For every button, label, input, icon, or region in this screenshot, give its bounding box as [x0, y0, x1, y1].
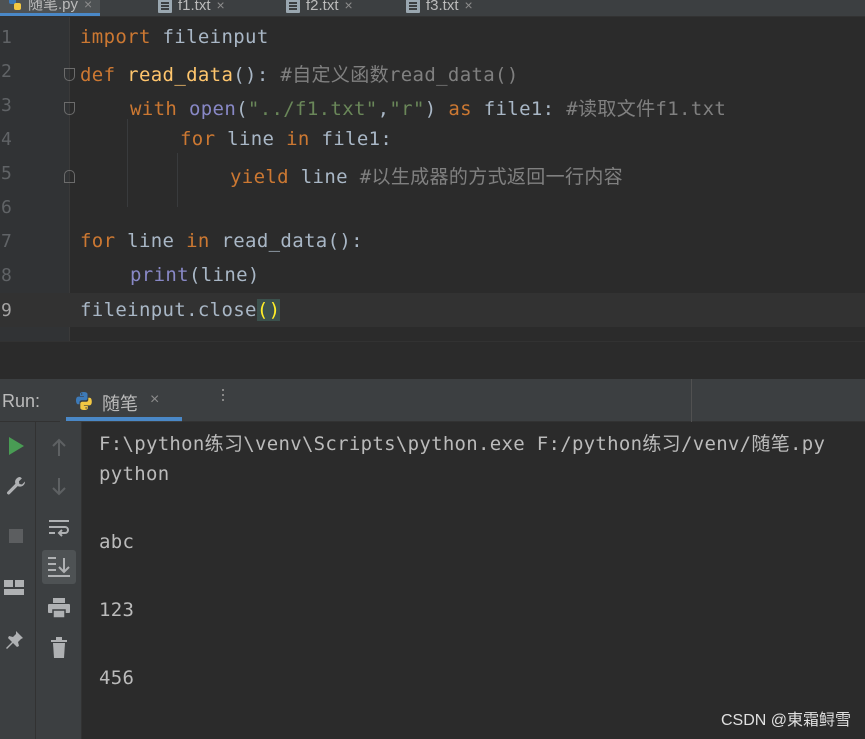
panel-splitter[interactable]	[0, 341, 865, 379]
tab-f3-txt[interactable]: f3.txt ×	[398, 0, 481, 16]
line-number: 1	[1, 27, 12, 48]
more-options-icon[interactable]	[222, 389, 224, 411]
fold-marker-icon[interactable]	[64, 68, 75, 81]
watermark: CSDN @東霜鲟雪	[720, 712, 851, 729]
run-console-output[interactable]: F:\python练习\venv\Scripts\python.exe F:/p…	[82, 422, 865, 739]
run-tab-suibi[interactable]: 随笔 ×	[60, 379, 182, 422]
python-file-icon	[8, 0, 22, 11]
code-line[interactable]: 6	[0, 190, 865, 224]
console-line: abc	[99, 531, 135, 553]
code-text: with open("../f1.txt","r") as file1: #读取…	[130, 98, 727, 120]
line-number: 2	[1, 61, 12, 82]
run-tab-label: 随笔	[102, 394, 138, 414]
text-file-icon	[158, 0, 172, 13]
tab-f1-txt[interactable]: f1.txt ×	[150, 0, 233, 16]
tab-suibi-py[interactable]: 随笔.py ×	[0, 0, 101, 16]
code-text: def read_data(): #自定义函数read_data()	[80, 64, 519, 86]
console-line-command: F:\python练习\venv\Scripts\python.exe F:/p…	[99, 433, 826, 455]
close-icon[interactable]: ×	[465, 0, 473, 13]
code-line[interactable]: 1 import fileinput	[0, 20, 865, 54]
tab-label: f1.txt	[178, 0, 211, 14]
line-number: 9	[1, 300, 12, 321]
arrow-up-icon[interactable]	[45, 434, 73, 462]
code-line[interactable]: 7 for line in read_data():	[0, 224, 865, 258]
run-panel-header: Run: 随笔 ×	[0, 379, 865, 422]
line-number: 5	[1, 163, 12, 184]
text-file-icon	[286, 0, 300, 13]
code-editor[interactable]: 1 import fileinput 2 def read_data(): #自…	[0, 17, 865, 341]
print-icon[interactable]	[45, 594, 73, 622]
code-text: for line in read_data():	[80, 230, 363, 252]
code-text: print(line)	[130, 264, 260, 286]
code-line[interactable]: 2 def read_data(): #自定义函数read_data()	[0, 54, 865, 88]
fold-marker-icon[interactable]	[64, 170, 75, 183]
divider	[691, 379, 692, 422]
code-text: fileinput.close()	[80, 299, 281, 321]
code-text: for line in file1:	[180, 128, 393, 150]
code-line[interactable]: 4 for line in file1:	[0, 122, 865, 156]
fold-marker-icon[interactable]	[64, 102, 75, 115]
tab-label: 随笔.py	[28, 0, 79, 13]
python-icon	[74, 391, 94, 411]
trash-icon[interactable]	[45, 634, 73, 662]
editor-tab-bar: 随笔.py × f1.txt × f2.txt × f3.txt ×	[0, 0, 865, 17]
scroll-to-end-icon[interactable]	[42, 550, 76, 584]
layout-icon[interactable]	[0, 574, 28, 602]
code-line[interactable]: 5 yield line #以生成器的方式返回一行内容	[0, 156, 865, 190]
close-icon[interactable]: ×	[217, 0, 225, 13]
rerun-icon[interactable]	[2, 432, 30, 460]
code-line[interactable]: 8 print(line)	[0, 258, 865, 292]
line-number: 3	[1, 95, 12, 116]
run-label: Run:	[2, 391, 41, 411]
console-line: python	[99, 463, 170, 485]
code-line[interactable]: 3 with open("../f1.txt","r") as file1: #…	[0, 88, 865, 122]
close-icon[interactable]: ×	[84, 0, 92, 12]
line-number: 7	[1, 231, 12, 252]
text-file-icon	[406, 0, 420, 13]
code-text: yield line #以生成器的方式返回一行内容	[230, 166, 624, 188]
run-toolbar-secondary	[36, 422, 82, 739]
console-line: 123	[99, 599, 135, 621]
close-icon[interactable]: ×	[150, 391, 159, 409]
wrench-icon[interactable]	[2, 472, 30, 500]
arrow-down-icon[interactable]	[45, 472, 73, 500]
pin-icon[interactable]	[0, 626, 28, 654]
bracket-highlight: ()	[256, 299, 281, 321]
tab-label: f2.txt	[306, 0, 339, 14]
active-tab-indicator	[66, 417, 182, 421]
tab-label: f3.txt	[426, 0, 459, 14]
line-number: 4	[1, 129, 12, 150]
soft-wrap-icon[interactable]	[45, 514, 73, 542]
console-line: 456	[99, 667, 135, 689]
tab-f2-txt[interactable]: f2.txt ×	[278, 0, 361, 16]
line-number: 8	[1, 265, 12, 286]
line-number: 6	[1, 197, 12, 218]
code-line-current[interactable]: 9 fileinput.close()	[0, 293, 865, 327]
code-text: import fileinput	[80, 26, 269, 48]
stop-icon[interactable]	[2, 522, 30, 550]
close-icon[interactable]: ×	[345, 0, 353, 13]
run-toolbar-primary	[0, 422, 36, 739]
